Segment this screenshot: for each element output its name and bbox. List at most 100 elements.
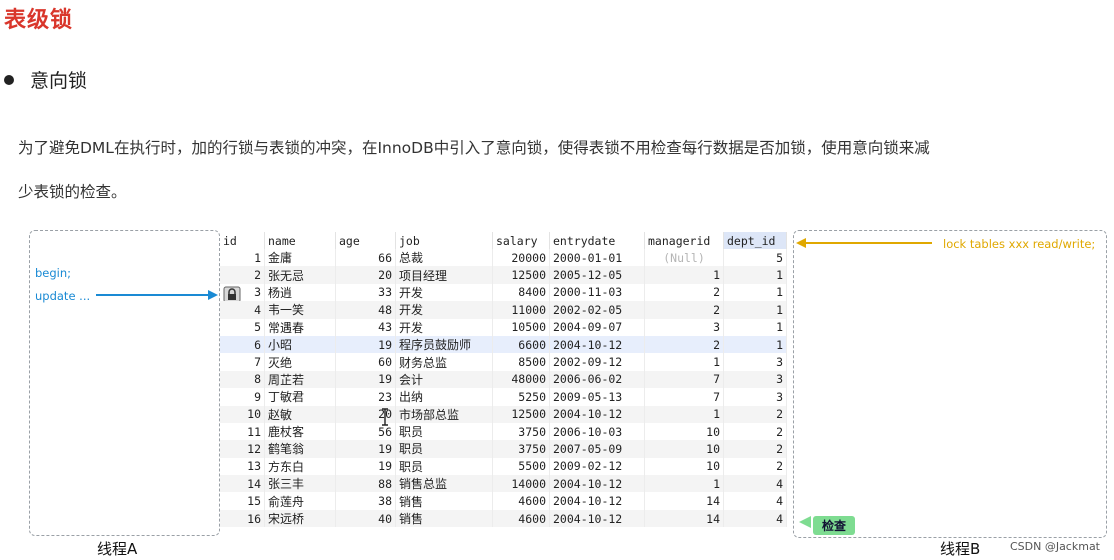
cell-salary[interactable]: 8400 [492,283,550,302]
cell-id[interactable]: 9 [220,388,265,406]
cell-entrydate[interactable]: 2004-09-07 [549,318,645,336]
cell-salary[interactable]: 5250 [492,388,550,406]
cell-managerid[interactable]: 1 [644,475,724,493]
table-row[interactable]: 10 赵敏 20 市场部总监 12500 2004-10-12 1 2 [220,405,787,423]
cell-age[interactable]: 38 [335,492,396,510]
cell-job[interactable]: 销售 [395,509,493,528]
cell-job[interactable]: 出纳 [395,388,493,406]
cell-id[interactable]: 14 [220,475,265,493]
cell-id[interactable]: 8 [220,370,265,389]
table-row[interactable]: 16 宋远桥 40 销售 4600 2004-10-12 14 4 [220,509,787,528]
cell-managerid[interactable]: 1 [644,266,724,284]
table-row[interactable]: 12 鹤笔翁 19 职员 3750 2007-05-09 10 2 [220,440,787,458]
cell-id[interactable]: 16 [220,509,265,528]
cell-job[interactable]: 职员 [395,440,493,458]
cell-dept-id[interactable]: 1 [723,266,787,284]
cell-id[interactable]: 7 [220,353,265,371]
cell-job[interactable]: 项目经理 [395,266,493,284]
cell-age[interactable]: 19 [335,335,396,354]
col-header-name[interactable]: name [264,232,336,249]
table-row[interactable]: 8 周芷若 19 会计 48000 2006-06-02 7 3 [220,370,787,389]
cell-job[interactable]: 销售总监 [395,475,493,493]
cell-name[interactable]: 俞莲舟 [264,492,336,510]
cell-entrydate[interactable]: 2004-10-12 [549,335,645,354]
cell-dept-id[interactable]: 1 [723,301,787,319]
col-header-salary[interactable]: salary [492,232,550,249]
cell-job[interactable]: 销售 [395,492,493,510]
cell-entrydate[interactable]: 2004-10-12 [549,492,645,510]
cell-name[interactable]: 张无忌 [264,266,336,284]
cell-name[interactable]: 小昭 [264,335,336,354]
cell-managerid[interactable]: 14 [644,492,724,510]
cell-id[interactable]: 4 [220,301,265,319]
cell-id[interactable]: 15 [220,492,265,510]
table-row[interactable]: 14 张三丰 88 销售总监 14000 2004-10-12 1 4 [220,475,787,493]
cell-salary[interactable]: 3750 [492,440,550,458]
cell-salary[interactable]: 12500 [492,266,550,284]
cell-entrydate[interactable]: 2004-10-12 [549,475,645,493]
cell-id[interactable]: 1 [220,249,265,267]
cell-job[interactable]: 程序员鼓励师 [395,335,493,354]
cell-entrydate[interactable]: 2006-06-02 [549,370,645,389]
cell-id[interactable]: 13 [220,457,265,476]
cell-name[interactable]: 张三丰 [264,475,336,493]
table-row[interactable]: 6 小昭 19 程序员鼓励师 6600 2004-10-12 2 1 [220,335,787,354]
cell-managerid[interactable]: 7 [644,388,724,406]
cell-dept-id[interactable]: 1 [723,335,787,354]
cell-age[interactable]: 40 [335,509,396,528]
cell-dept-id[interactable]: 5 [723,249,787,267]
cell-age[interactable]: 88 [335,475,396,493]
cell-dept-id[interactable]: 4 [723,475,787,493]
col-header-managerid[interactable]: managerid [644,232,724,249]
cell-id[interactable]: 11 [220,422,265,441]
cell-name[interactable]: 周芷若 [264,370,336,389]
cell-salary[interactable]: 20000 [492,249,550,267]
table-row[interactable]: 2 张无忌 20 项目经理 12500 2005-12-05 1 1 [220,266,787,284]
cell-dept-id[interactable]: 2 [723,440,787,458]
cell-entrydate[interactable]: 2009-02-12 [549,457,645,476]
cell-dept-id[interactable]: 2 [723,457,787,476]
cell-dept-id[interactable]: 3 [723,388,787,406]
cell-name[interactable]: 鹤笔翁 [264,440,336,458]
cell-dept-id[interactable]: 4 [723,509,787,528]
cell-salary[interactable]: 6600 [492,335,550,354]
cell-dept-id[interactable]: 2 [723,422,787,441]
table-row[interactable]: 9 丁敏君 23 出纳 5250 2009-05-13 7 3 [220,388,787,406]
cell-managerid[interactable]: 1 [644,405,724,423]
cell-managerid[interactable]: 14 [644,509,724,528]
cell-name[interactable]: 常遇春 [264,318,336,336]
cell-salary[interactable]: 10500 [492,318,550,336]
cell-job[interactable]: 会计 [395,370,493,389]
cell-job[interactable]: 职员 [395,422,493,441]
cell-age[interactable]: 66 [335,249,396,267]
cell-salary[interactable]: 4600 [492,509,550,528]
cell-dept-id[interactable]: 3 [723,353,787,371]
cell-managerid[interactable]: 10 [644,457,724,476]
cell-dept-id[interactable]: 2 [723,405,787,423]
cell-age[interactable]: 43 [335,318,396,336]
cell-managerid[interactable]: (Null) [644,249,724,267]
cell-managerid[interactable]: 10 [644,440,724,458]
cell-name[interactable]: 杨逍 [264,283,336,302]
cell-salary[interactable]: 5500 [492,457,550,476]
cell-managerid[interactable]: 3 [644,318,724,336]
cell-managerid[interactable]: 7 [644,370,724,389]
cell-salary[interactable]: 14000 [492,475,550,493]
cell-age[interactable]: 20 [335,266,396,284]
cell-entrydate[interactable]: 2004-10-12 [549,509,645,528]
cell-age[interactable]: 23 [335,388,396,406]
cell-job[interactable]: 开发 [395,318,493,336]
cell-dept-id[interactable]: 4 [723,492,787,510]
cell-name[interactable]: 丁敏君 [264,388,336,406]
cell-id[interactable]: 10 [220,405,265,423]
table-row[interactable]: 5 常遇春 43 开发 10500 2004-09-07 3 1 [220,318,787,336]
cell-entrydate[interactable]: 2002-02-05 [549,301,645,319]
cell-entrydate[interactable]: 2000-01-01 [549,249,645,267]
cell-id[interactable]: 3 [220,283,265,302]
table-row[interactable]: 13 方东白 19 职员 5500 2009-02-12 10 2 [220,457,787,476]
table-row[interactable]: 11 鹿杖客 56 职员 3750 2006-10-03 10 2 [220,422,787,441]
cell-name[interactable]: 赵敏 [264,405,336,423]
cell-salary[interactable]: 8500 [492,353,550,371]
cell-job[interactable]: 总裁 [395,249,493,267]
cell-name[interactable]: 韦一笑 [264,301,336,319]
